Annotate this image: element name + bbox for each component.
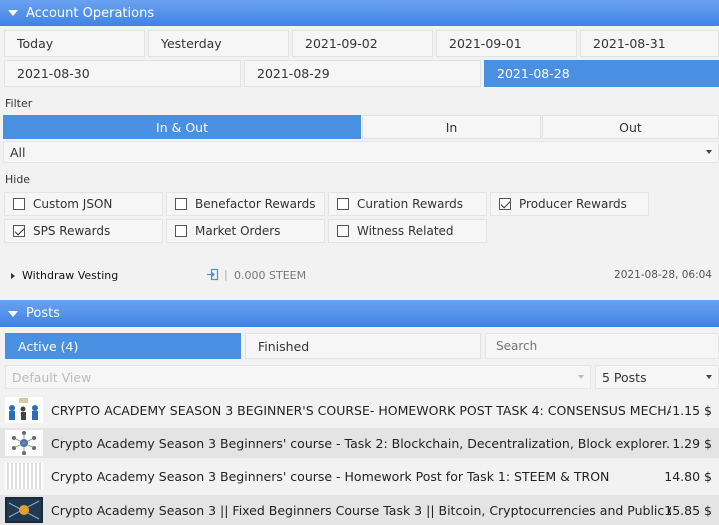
post-payout: 1.29 $ — [672, 435, 712, 451]
collapse-triangle-icon — [8, 10, 18, 16]
filter-select[interactable]: All — [3, 141, 719, 163]
date-button-2021-08-31[interactable]: 2021-08-31 — [580, 30, 719, 57]
filter-label: Filter — [5, 97, 33, 110]
hide-benefactor-rewards[interactable]: Benefactor Rewards — [166, 192, 325, 216]
view-select[interactable]: Default View — [5, 365, 591, 389]
checkbox-icon[interactable] — [337, 198, 349, 210]
checkbox-icon[interactable] — [337, 225, 349, 237]
collapse-triangle-icon — [8, 310, 18, 317]
post-row[interactable]: Crypto Academy Season 3 || Fixed Beginne… — [0, 495, 719, 525]
post-payout: 15.85 $ — [664, 502, 712, 518]
dropdown-caret-icon — [706, 150, 712, 154]
posts-search-input[interactable] — [485, 333, 719, 359]
post-title[interactable]: Crypto Academy Season 3 Beginners' cours… — [51, 469, 671, 484]
account-operations-title: Account Operations — [26, 5, 155, 21]
post-row[interactable]: CRYPTO ACADEMY SEASON 3 BEGINNER'S COURS… — [0, 395, 719, 425]
operation-timestamp: 2021-08-28, 06:04 — [614, 269, 712, 281]
hide-option-label: Witness Related — [357, 224, 454, 238]
tab-active-posts[interactable]: Active (4) — [5, 333, 241, 359]
date-button-2021-09-01[interactable]: 2021-09-01 — [436, 30, 577, 57]
date-button-2021-08-29[interactable]: 2021-08-29 — [244, 60, 481, 87]
date-button-2021-09-02[interactable]: 2021-09-02 — [292, 30, 433, 57]
post-row[interactable]: Crypto Academy Season 3 Beginners' cours… — [0, 428, 719, 458]
post-thumbnail-network-icon — [5, 430, 43, 456]
post-count-value: 5 Posts — [602, 369, 647, 385]
checkbox-checked-icon[interactable] — [13, 225, 25, 237]
hide-custom-json[interactable]: Custom JSON — [4, 192, 163, 216]
hide-option-label: Curation Rewards — [357, 197, 464, 211]
post-payout: 14.80 $ — [664, 468, 712, 484]
post-thumbnail-image-icon — [5, 463, 43, 489]
hide-option-label: Producer Rewards — [519, 197, 627, 211]
operation-amount: 0.000 STEEM — [234, 269, 307, 282]
hide-label: Hide — [5, 173, 31, 186]
post-row[interactable]: Crypto Academy Season 3 Beginners' cours… — [0, 461, 719, 491]
filter-select-value: All — [10, 144, 26, 160]
date-button-2021-08-30[interactable]: 2021-08-30 — [4, 60, 241, 87]
checkbox-icon[interactable] — [175, 225, 187, 237]
hide-witness-related[interactable]: Witness Related — [328, 219, 487, 243]
post-count-select[interactable]: 5 Posts — [595, 365, 719, 389]
hide-sps-rewards[interactable]: SPS Rewards — [4, 219, 163, 243]
filter-tab-in-out[interactable]: In & Out — [3, 115, 361, 139]
hide-option-label: Benefactor Rewards — [195, 197, 316, 211]
hide-option-label: SPS Rewards — [33, 224, 111, 238]
hide-option-label: Market Orders — [195, 224, 281, 238]
date-button-2021-08-28[interactable]: 2021-08-28 — [484, 60, 719, 87]
operation-separator: | — [224, 268, 228, 281]
post-title[interactable]: Crypto Academy Season 3 Beginners' cours… — [51, 436, 671, 451]
posts-header[interactable]: Posts — [0, 300, 719, 327]
expand-triangle-icon[interactable] — [11, 273, 15, 279]
post-title[interactable]: CRYPTO ACADEMY SEASON 3 BEGINNER'S COURS… — [51, 403, 671, 418]
account-operations-header[interactable]: Account Operations — [0, 0, 719, 26]
posts-title: Posts — [26, 306, 60, 321]
view-select-value: Default View — [12, 369, 92, 385]
hide-market-orders[interactable]: Market Orders — [166, 219, 325, 243]
hide-curation-rewards[interactable]: Curation Rewards — [328, 192, 487, 216]
checkbox-icon[interactable] — [13, 198, 25, 210]
date-button-today[interactable]: Today — [4, 30, 145, 57]
tab-finished-posts[interactable]: Finished — [245, 333, 481, 359]
post-thumbnail-people-icon — [5, 397, 43, 423]
post-thumbnail-bitcoin-icon — [5, 497, 43, 523]
hide-option-label: Custom JSON — [33, 197, 113, 211]
post-title[interactable]: Crypto Academy Season 3 || Fixed Beginne… — [51, 503, 671, 518]
date-button-yesterday[interactable]: Yesterday — [148, 30, 289, 57]
operation-type: Withdraw Vesting — [22, 269, 119, 282]
dropdown-caret-icon — [706, 375, 712, 379]
checkbox-checked-icon[interactable] — [499, 198, 511, 210]
dropdown-caret-icon — [578, 375, 584, 379]
post-payout: 1.15 $ — [672, 402, 712, 418]
checkbox-icon[interactable] — [175, 198, 187, 210]
hide-producer-rewards[interactable]: Producer Rewards — [490, 192, 649, 216]
transfer-in-icon — [206, 268, 219, 284]
operation-row[interactable]: Withdraw Vesting | 0.000 STEEM 2021-08-2… — [0, 262, 719, 290]
filter-tab-out[interactable]: Out — [542, 115, 719, 139]
filter-tab-in[interactable]: In — [362, 115, 541, 139]
